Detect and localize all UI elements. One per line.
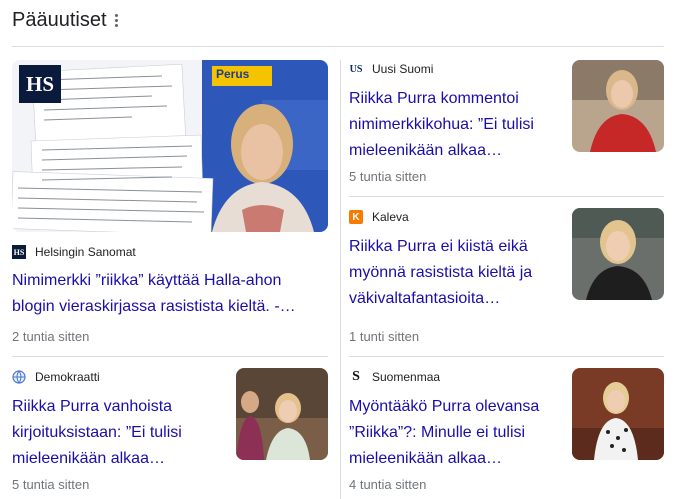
story-source: S Suomenmaa bbox=[349, 368, 440, 386]
story-thumbnail bbox=[572, 60, 664, 152]
story-time: 4 tuntia sitten bbox=[349, 477, 427, 492]
source-name: Demokraatti bbox=[35, 370, 100, 384]
story-headline[interactable]: Myöntääkö Purra olevansa ”Riikka”?: Minu… bbox=[349, 394, 559, 472]
right-row-divider-2 bbox=[349, 356, 664, 357]
story-thumbnail bbox=[572, 208, 664, 300]
top-story-source: HS Helsingin Sanomat bbox=[12, 243, 136, 261]
story-card[interactable]: S Suomenmaa Myöntääkö Purra olevansa ”Ri… bbox=[349, 368, 664, 496]
story-card[interactable]: Demokraatti Riikka Purra vanhoista kirjo… bbox=[12, 368, 328, 496]
story-time: 5 tuntia sitten bbox=[12, 477, 90, 492]
banner-text: Perus bbox=[216, 67, 250, 81]
hs-favicon-icon: HS bbox=[12, 245, 26, 259]
header-divider bbox=[12, 46, 664, 47]
story-time: 1 tunti sitten bbox=[349, 329, 420, 344]
column-divider bbox=[340, 60, 341, 499]
story-thumbnail bbox=[236, 368, 328, 460]
story-card[interactable]: US Uusi Suomi Riikka Purra kommentoi nim… bbox=[349, 60, 664, 188]
story-headline[interactable]: Riikka Purra vanhoista kirjoituksistaan:… bbox=[12, 394, 222, 472]
section-title: Pääuutiset bbox=[12, 8, 107, 31]
story-source: K Kaleva bbox=[349, 208, 409, 226]
kaleva-favicon-icon: K bbox=[349, 210, 363, 224]
story-headline[interactable]: Riikka Purra ei kiistä eikä myönnä rasis… bbox=[349, 234, 559, 312]
top-story-card[interactable]: HS Perus HS Helsingin Sanomat Nimimerkki… bbox=[12, 60, 328, 350]
top-story-time: 2 tuntia sitten bbox=[12, 329, 90, 344]
more-options-icon[interactable] bbox=[113, 10, 121, 30]
top-story-headline[interactable]: Nimimerkki ”riikka” käyttää Halla-ahon b… bbox=[12, 268, 324, 320]
story-source: Demokraatti bbox=[12, 368, 100, 386]
source-name: Helsingin Sanomat bbox=[35, 245, 136, 259]
story-card[interactable]: K Kaleva Riikka Purra ei kiistä eikä myö… bbox=[349, 208, 664, 348]
left-row-divider bbox=[12, 356, 328, 357]
top-story-image: HS Perus bbox=[12, 60, 328, 232]
right-row-divider-1 bbox=[349, 196, 664, 197]
story-time: 5 tuntia sitten bbox=[349, 169, 427, 184]
source-name: Kaleva bbox=[372, 210, 409, 224]
section-header: Pääuutiset bbox=[12, 6, 121, 34]
suomenmaa-favicon-icon: S bbox=[352, 369, 360, 384]
us-favicon-icon: US bbox=[349, 63, 363, 75]
source-name: Suomenmaa bbox=[372, 370, 441, 384]
source-name: Uusi Suomi bbox=[372, 62, 434, 76]
globe-favicon-icon bbox=[12, 370, 26, 384]
story-headline[interactable]: Riikka Purra kommentoi nimimerkkikohua: … bbox=[349, 86, 559, 164]
story-thumbnail bbox=[572, 368, 664, 460]
hs-badge: HS bbox=[19, 65, 61, 103]
story-source: US Uusi Suomi bbox=[349, 60, 434, 78]
